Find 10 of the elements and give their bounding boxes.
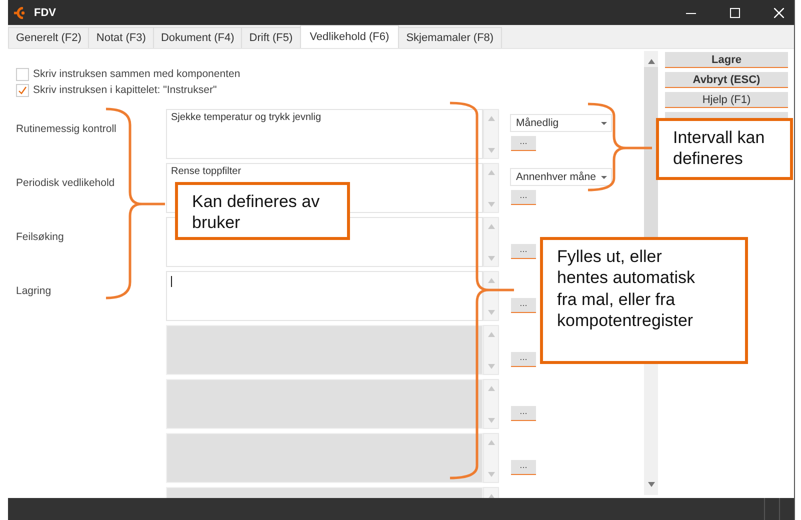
field-label: Lagring [16,285,52,297]
field-label: Feilsøking [16,231,64,243]
window-title: FDV [34,6,56,18]
annotation-tooltip: Fylles ut, eller hentes automatisk fra mal, eller fra kompotentregister [540,237,748,364]
annotation-tooltip: Kan defineres av bruker [175,182,350,240]
annotation-tooltip: Intervall kan defineres [656,118,793,180]
checkbox-label: Skriv instruksen i kapittelet: "Instrukser" [33,84,217,96]
field-label: Periodisk vedlikehold [16,177,115,189]
checkbox-label: Skriv instruksen sammen med komponenten [33,68,240,80]
field-label: Rutinemessig kontroll [16,123,116,135]
